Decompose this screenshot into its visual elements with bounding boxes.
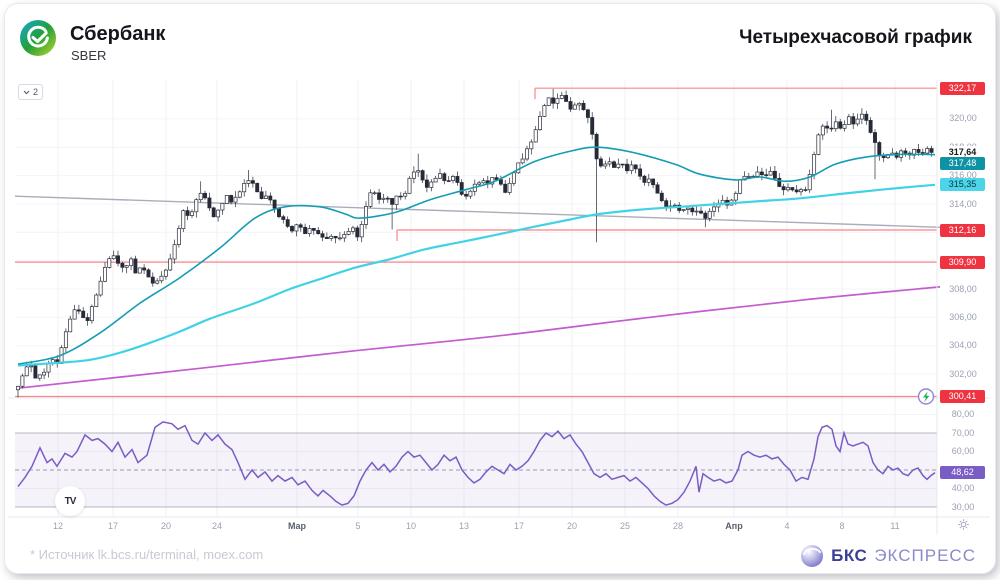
price-tick-label: 314,00 <box>949 198 977 209</box>
rsi-tick-label: 30,00 <box>951 501 975 512</box>
time-axis-label: 17 <box>513 521 524 531</box>
price-tick-label: 306,00 <box>949 311 977 322</box>
time-axis-label: 20 <box>160 521 171 531</box>
price-tick-label: 304,00 <box>949 340 977 351</box>
rsi-tick-label: 60,00 <box>951 446 975 456</box>
brand-bold-text: БКС <box>831 546 868 565</box>
rsi-tick-label: 70,00 <box>951 427 975 438</box>
hidden-indicators-count: 2 <box>33 87 39 97</box>
time-axis-label: 8 <box>839 521 845 531</box>
legend-collapse-chip[interactable]: 2 <box>18 84 44 100</box>
time-axis-label: 20 <box>566 521 577 531</box>
time-axis-label: 12 <box>52 521 63 531</box>
rsi-tick-label: 80,00 <box>951 409 975 419</box>
price-badge: 300,41 <box>940 390 985 403</box>
bks-sphere-icon <box>801 545 824 567</box>
time-axis-label: 11 <box>890 521 900 531</box>
time-axis-label: 24 <box>211 521 222 531</box>
brand-light-text: ЭКСПРЕСС <box>874 546 976 565</box>
time-axis-label: 17 <box>107 521 118 531</box>
price-badge: 317,48 <box>940 156 985 170</box>
stage: Сбербанк SBER Четырехчасовой график 2 TV… <box>0 0 1000 580</box>
price-tick-label: 320,00 <box>949 113 977 124</box>
price-badge: 315,35 <box>940 178 985 192</box>
alert-icon[interactable] <box>917 388 935 405</box>
price-badge: 312,16 <box>940 223 985 237</box>
price-badge: 309,90 <box>940 255 985 269</box>
chevron-down-icon <box>23 90 30 94</box>
time-axis-label: 28 <box>672 521 683 531</box>
time-axis-label: 25 <box>619 521 630 531</box>
time-axis-label: Апр <box>725 521 743 531</box>
rsi-tick-label: 40,00 <box>951 483 975 493</box>
price-badge: 322,17 <box>940 81 985 95</box>
time-axis-label: Мар <box>287 521 307 531</box>
bks-express-logo: БКС ЭКСПРЕСС <box>800 544 976 568</box>
chart-canvas[interactable] <box>0 0 1000 580</box>
price-badge: 48,62 <box>940 466 985 480</box>
gear-icon[interactable] <box>957 518 970 531</box>
time-axis-label: 5 <box>355 521 361 531</box>
tradingview-watermark-icon[interactable]: TV <box>55 486 85 516</box>
time-axis-label: 13 <box>458 521 469 531</box>
time-axis-label: 4 <box>784 521 790 531</box>
price-tick-label: 302,00 <box>949 368 977 379</box>
time-axis-label: 10 <box>405 521 416 531</box>
price-tick-label: 308,00 <box>949 283 977 294</box>
